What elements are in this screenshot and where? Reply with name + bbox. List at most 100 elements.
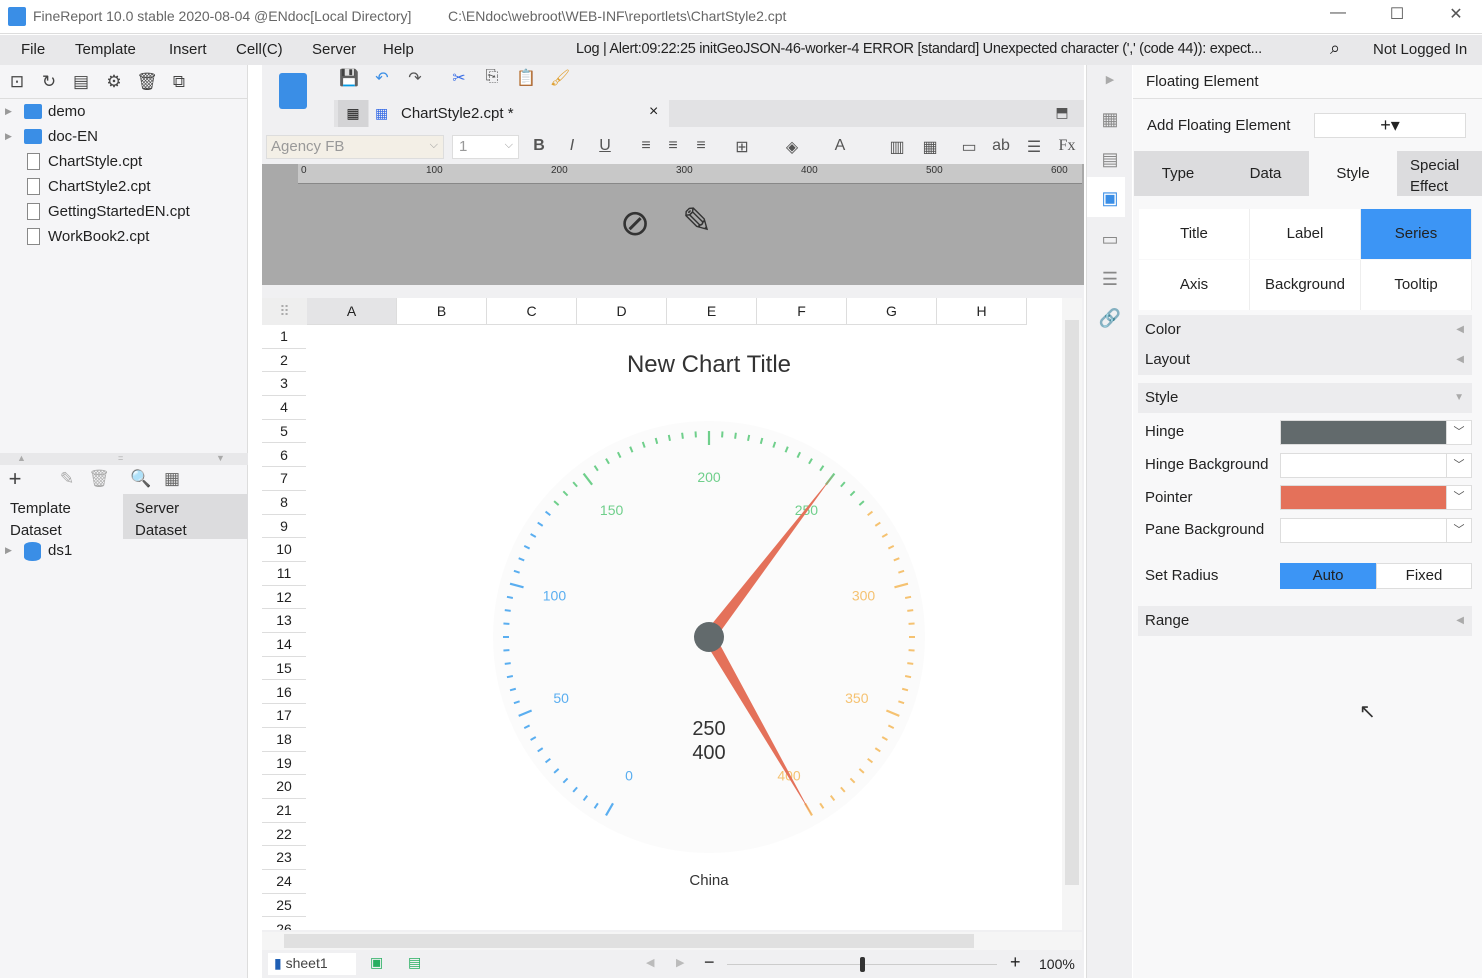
- save-icon[interactable]: 💾: [337, 68, 361, 88]
- menu-template[interactable]: Template: [75, 41, 136, 58]
- subtab-series[interactable]: Series: [1361, 209, 1472, 259]
- subtab-title[interactable]: Title: [1139, 209, 1250, 259]
- tab-type[interactable]: Type: [1134, 151, 1222, 196]
- tab-chartstyle2[interactable]: ▦ ChartStyle2.cpt * ×: [369, 100, 669, 127]
- cell-attribute-icon[interactable]: ▤: [1097, 146, 1123, 172]
- row-header[interactable]: 15: [262, 656, 306, 681]
- row-header[interactable]: 1: [262, 325, 306, 349]
- hyperlink-icon[interactable]: 🔗: [1097, 305, 1123, 331]
- section-layout[interactable]: Layout ◀: [1138, 345, 1472, 375]
- subtab-tooltip[interactable]: Tooltip: [1361, 260, 1472, 310]
- close-button[interactable]: ✕: [1436, 4, 1476, 28]
- copy-icon[interactable]: ⎘: [480, 68, 504, 86]
- align-right-icon[interactable]: ≡: [689, 137, 713, 155]
- row-header[interactable]: 8: [262, 490, 306, 515]
- floating-element-icon[interactable]: ▣: [1097, 185, 1123, 211]
- wrap-icon[interactable]: ☰: [1022, 137, 1046, 157]
- hinge-color-picker[interactable]: ﹀: [1280, 420, 1472, 445]
- minimize-button[interactable]: —: [1318, 4, 1358, 28]
- next-sheet-icon[interactable]: ▶: [676, 956, 684, 969]
- format-painter-icon[interactable]: 🖌: [548, 68, 572, 88]
- copy-icon[interactable]: ⧉: [168, 71, 190, 93]
- row-header[interactable]: 26: [262, 917, 306, 930]
- row-header[interactable]: 10: [262, 538, 306, 562]
- cut-icon[interactable]: ✂: [447, 68, 471, 88]
- open-template-icon[interactable]: ▤: [70, 71, 92, 93]
- add-floating-button[interactable]: +▾: [1314, 113, 1466, 138]
- pane-background-picker[interactable]: ﹀: [1280, 518, 1472, 543]
- chevron-down-icon[interactable]: ﹀: [1446, 519, 1471, 542]
- zoom-in-button[interactable]: +: [1010, 952, 1021, 973]
- merge-cells-icon[interactable]: ▥: [885, 137, 909, 157]
- align-left-icon[interactable]: ≡: [634, 137, 658, 155]
- condition-attribute-icon[interactable]: ☰: [1097, 266, 1123, 292]
- add-dataset-icon[interactable]: +: [4, 468, 26, 490]
- delete-dataset-icon[interactable]: 🗑: [88, 468, 110, 490]
- log-alert[interactable]: Log | Alert:09:22:25 initGeoJSON-46-work…: [576, 41, 1262, 57]
- menu-server[interactable]: Server: [312, 41, 356, 58]
- close-tab-button[interactable]: ×: [649, 103, 658, 121]
- search-icon[interactable]: ⌕: [1330, 38, 1340, 59]
- cell-element-icon[interactable]: ▦: [1097, 106, 1123, 132]
- tab-menu-icon[interactable]: ⬒: [1050, 104, 1074, 121]
- tab-server-dataset[interactable]: Server Dataset: [123, 494, 248, 539]
- tree-item[interactable]: ▶ doc-EN: [0, 125, 248, 150]
- edit-pencil-icon[interactable]: ✎: [682, 200, 712, 242]
- column-header[interactable]: A: [307, 298, 397, 325]
- login-status[interactable]: Not Logged In: [1373, 41, 1467, 58]
- row-header[interactable]: 5: [262, 419, 306, 444]
- row-header[interactable]: 11: [262, 562, 306, 586]
- row-header[interactable]: 16: [262, 680, 306, 705]
- subtab-background[interactable]: Background: [1250, 260, 1361, 310]
- add-sheet-icon[interactable]: ▣: [370, 954, 383, 971]
- section-style[interactable]: Style ▼: [1138, 383, 1472, 413]
- dataset-settings-icon[interactable]: ▦: [161, 468, 183, 490]
- menu-cell[interactable]: Cell(C): [236, 41, 283, 58]
- menu-file[interactable]: File: [21, 41, 45, 58]
- menu-help[interactable]: Help: [383, 41, 414, 58]
- maximize-button[interactable]: ☐: [1377, 4, 1417, 28]
- row-header[interactable]: 6: [262, 443, 306, 468]
- prev-sheet-icon[interactable]: ◀: [646, 956, 654, 969]
- vertical-scrollbar[interactable]: [1062, 298, 1082, 930]
- select-all-icon[interactable]: ⠿: [262, 298, 307, 325]
- widget-icon[interactable]: ▭: [1097, 226, 1123, 252]
- tab-style[interactable]: Style: [1309, 151, 1397, 196]
- section-range[interactable]: Range ◀: [1138, 606, 1472, 636]
- chevron-down-icon[interactable]: ﹀: [1446, 486, 1471, 509]
- tree-item[interactable]: ChartStyle.cpt: [0, 150, 248, 175]
- dataset-item[interactable]: ▶ ds1: [0, 539, 248, 564]
- spreadsheet[interactable]: ⠿ A B C D E F G H 1 2 3 4 5 6 7 8 9 10 11 12 13 14 15 16 17 18 19 2…: [262, 298, 1062, 930]
- row-header[interactable]: 20: [262, 775, 306, 799]
- italic-icon[interactable]: I: [560, 137, 584, 155]
- row-header[interactable]: 7: [262, 467, 306, 491]
- subtab-label[interactable]: Label: [1250, 209, 1361, 259]
- row-header[interactable]: 9: [262, 514, 306, 539]
- expand-arrow-icon[interactable]: ▶: [5, 545, 12, 556]
- row-header[interactable]: 21: [262, 799, 306, 823]
- column-header[interactable]: E: [667, 298, 757, 325]
- radius-fixed-button[interactable]: Fixed: [1376, 563, 1472, 589]
- column-header[interactable]: B: [397, 298, 487, 325]
- sheet-tab[interactable]: ▮ sheet1: [268, 953, 356, 975]
- column-header[interactable]: H: [937, 298, 1027, 325]
- tree-item[interactable]: GettingStartedEN.cpt: [0, 200, 248, 225]
- row-header[interactable]: 19: [262, 751, 306, 776]
- row-header[interactable]: 22: [262, 822, 306, 847]
- expand-arrow-icon[interactable]: ▶: [5, 131, 12, 142]
- tab-template-dataset[interactable]: Template Dataset: [0, 494, 123, 539]
- new-sheet-icon[interactable]: ▦: [338, 100, 368, 127]
- underline-icon[interactable]: U: [593, 137, 617, 155]
- menu-insert[interactable]: Insert: [169, 41, 207, 58]
- add-dashboard-icon[interactable]: ▤: [408, 954, 421, 971]
- subtab-axis[interactable]: Axis: [1139, 260, 1250, 310]
- undo-icon[interactable]: ↶: [370, 68, 394, 88]
- preview-icon[interactable]: [279, 73, 307, 109]
- row-header[interactable]: 23: [262, 846, 306, 871]
- hinge-background-picker[interactable]: ﹀: [1280, 453, 1472, 478]
- refresh-icon[interactable]: ↻: [38, 71, 60, 93]
- column-header[interactable]: D: [577, 298, 667, 325]
- delete-icon[interactable]: 🗑: [136, 71, 158, 93]
- zoom-out-button[interactable]: −: [704, 952, 715, 973]
- new-folder-icon[interactable]: ⊡: [6, 71, 28, 93]
